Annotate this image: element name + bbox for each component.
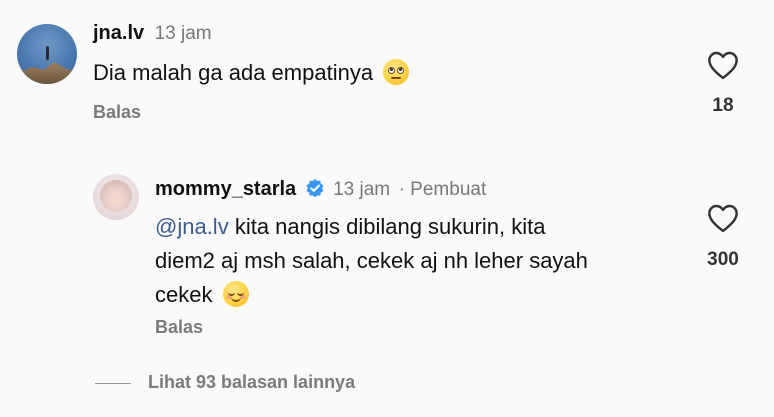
- reply-text: @jna.lv kita nangis dibilang sukurin, ki…: [155, 210, 695, 312]
- username[interactable]: jna.lv: [93, 22, 144, 44]
- username[interactable]: mommy_starla: [155, 178, 296, 200]
- avatar-person: [46, 46, 49, 60]
- reply-text-line: kita nangis dibilang sukurin, kita: [228, 214, 546, 239]
- author-tag: · Pembuat: [398, 179, 487, 200]
- comment-text-content: Dia malah ga ada empatinya: [93, 60, 374, 85]
- like-count: 18: [712, 95, 734, 116]
- reply-button[interactable]: Balas: [93, 102, 141, 123]
- mention-link[interactable]: @jna.lv: [155, 214, 229, 239]
- rolling-eyes-emoji-icon: [383, 59, 410, 85]
- heart-icon: [708, 204, 738, 233]
- reply-button[interactable]: Balas: [155, 317, 203, 338]
- view-more-replies-button[interactable]: Lihat 93 balasan lainnya: [148, 372, 355, 393]
- avatar-mountain: [17, 61, 77, 84]
- avatar[interactable]: [93, 174, 139, 220]
- avatar-face: [109, 190, 123, 206]
- reply-text-line: diem2 aj msh salah, cekek aj nh leher sa…: [155, 248, 588, 273]
- comment-header: jna.lv 13 jam: [93, 22, 212, 45]
- like-count: 300: [707, 249, 739, 270]
- reply-header: mommy_starla 13 jam · Pembuat: [155, 178, 486, 201]
- comment-time: 13 jam: [154, 23, 212, 44]
- avatar[interactable]: [17, 24, 77, 84]
- comment-time: 13 jam: [333, 179, 391, 200]
- replies-divider: [95, 383, 131, 384]
- like-button[interactable]: [706, 50, 740, 80]
- comment-text: Dia malah ga ada empatinya: [93, 56, 410, 90]
- verified-badge-icon: [306, 179, 324, 198]
- relieved-face-emoji-icon: [222, 281, 249, 307]
- heart-icon: [708, 51, 738, 80]
- like-button[interactable]: [706, 203, 740, 233]
- reply-text-line: cekek: [155, 282, 213, 307]
